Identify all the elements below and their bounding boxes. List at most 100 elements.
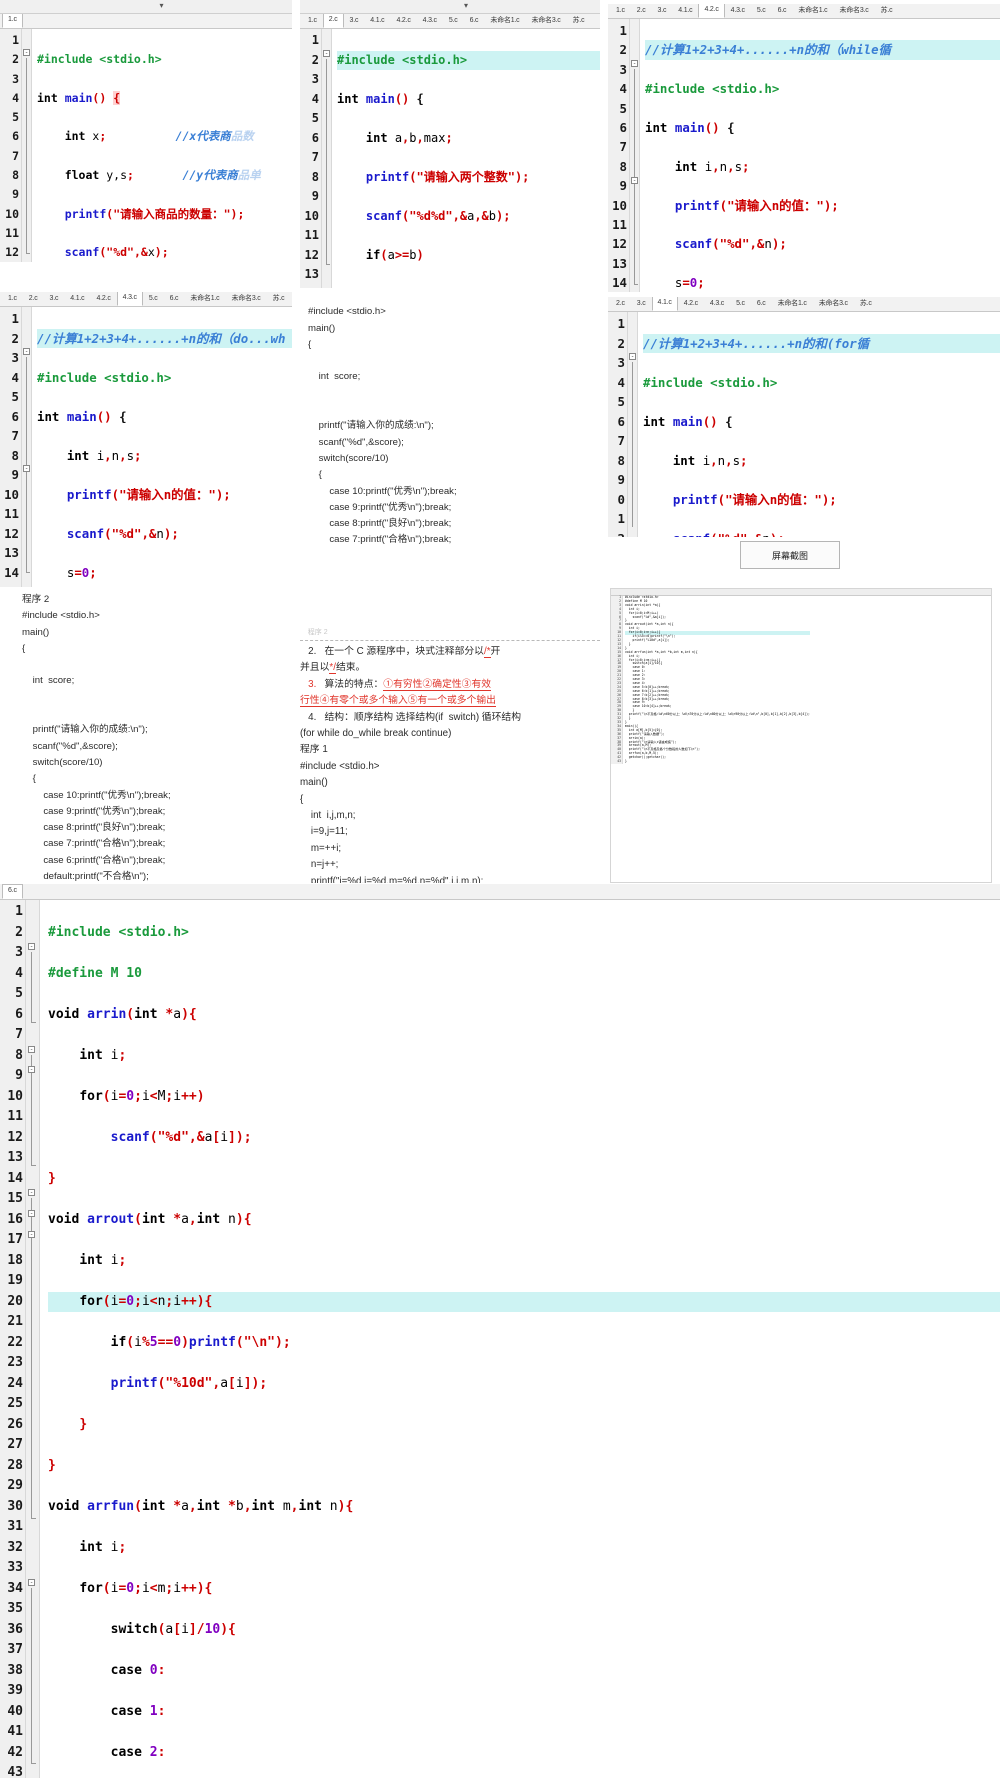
tabstrip-panel-3[interactable]: 1.c 2.c 3.c 4.1.c 4.2.c 4.3.c 5.c 6.c 未命名1.c 未命名3… <box>608 4 1000 19</box>
tab-6-c[interactable]: 6.c <box>164 292 185 306</box>
tab-4-3-c[interactable]: 4.3.c <box>704 297 730 311</box>
thumbnail-screenshot[interactable]: 1 2 3 4 5 6 7 8 9 10 11 12 13 14 15 16 17 18 19 20 21 22 23 24 2… <box>610 588 992 883</box>
tab-6c[interactable]: 6.c <box>2 884 23 899</box>
code-area-panel-1[interactable]: 123456 7 8 9 10 11 12 - #include <stdio.h> in… <box>0 29 292 262</box>
doc-program-2: 程序 2 #include <stdio.h> main() { int sco… <box>0 592 292 892</box>
tab-苏-c[interactable]: 苏.c <box>567 14 591 28</box>
chevron-down-icon[interactable]: ▾ <box>160 2 164 10</box>
tab-未命名1-c[interactable]: 未命名1.c <box>792 4 833 18</box>
tab-4-2-c[interactable]: 4.2.c <box>698 4 725 18</box>
tab-4-3-c[interactable]: 4.3.c <box>725 4 751 18</box>
doc-prog2-line: case 9:printf("优秀\n");break; <box>22 805 166 817</box>
tabstrip-panel-4[interactable]: 1.c 2.c 3.c 4.1.c 4.2.c 4.3.c 5.c 6.c 未命名1.c 未命名3… <box>0 292 292 307</box>
tab-1-c[interactable]: 1.c <box>302 14 323 28</box>
tab-3-c[interactable]: 3.c <box>344 14 365 28</box>
tabstrip-panel-1[interactable]: 1.c <box>0 14 292 29</box>
chevron-down-icon[interactable]: ▾ <box>464 2 468 10</box>
ide-panel-1: ▾ 1.c 123456 7 8 9 10 11 12 - #include <stdio… <box>0 0 292 262</box>
line-number-gutter: 12345678 910111213141516 <box>608 19 630 292</box>
screenshot-collage: ▾ 1.c 123456 7 8 9 10 11 12 - #include <stdio… <box>0 0 1000 1778</box>
code-area-panel-3[interactable]: 12345678 910111213141516 - - //计算1+2+3+4… <box>608 19 1000 292</box>
tab-苏-c[interactable]: 苏.c <box>267 292 291 306</box>
code-fold-column[interactable]: - - <box>630 19 640 292</box>
tab-1-c[interactable]: 1.c <box>610 4 631 18</box>
code-fold-column[interactable]: - <box>322 29 332 290</box>
tab-5-c[interactable]: 5.c <box>751 4 772 18</box>
note-item-2: 2. 在一个 C 源程序中，块式注释部分以/*开 <box>300 646 501 658</box>
code-area-panel-4[interactable]: 12345678 910111213141516 - - //计算1+2+3+4… <box>0 307 292 587</box>
doc-prog2-line: #include <stdio.h> <box>22 610 100 622</box>
tab-未命名1-c[interactable]: 未命名1.c <box>772 297 813 311</box>
tab-5-c[interactable]: 5.c <box>443 14 464 28</box>
code-fold-column[interactable]: - - - - - - - <box>26 900 40 1778</box>
thumbnail-tabstrip[interactable] <box>611 589 991 596</box>
code-area-panel-bottom[interactable]: 1 2 3 4 5 6 7 8 9 10 11 12 13 14 15 16 17 18 19 20 21 22 23 2… <box>0 900 1000 1778</box>
source-code-panel-2[interactable]: #include <stdio.h> int main() { int a,b,… <box>332 29 600 290</box>
tab-4-2-c[interactable]: 4.2.c <box>90 292 116 306</box>
note-item-3b: 行性④有零个或多个输入⑤有一个或多个输出 <box>300 695 496 708</box>
tab-未命名1-c[interactable]: 未命名1.c <box>184 292 225 306</box>
code-fold-column[interactable]: - - <box>22 307 32 587</box>
tab-4-3-c[interactable]: 4.3.c <box>116 292 143 306</box>
source-code-panel-3[interactable]: //计算1+2+3+4+......+n的和（while循 #include <… <box>640 19 1000 292</box>
ide-panel-2: ▾ 1.c 2.c 3.c 4.1.c 4.2.c 4.3.c 5.c 6.c 未命名1.c 未命… <box>300 0 600 290</box>
tab-4-1-c[interactable]: 4.1.c <box>651 297 678 311</box>
tab-6-c[interactable]: 6.c <box>464 14 485 28</box>
note-item-2b: 并且以*/结束。 <box>300 662 366 675</box>
ide-panel-3: 1.c 2.c 3.c 4.1.c 4.2.c 4.3.c 5.c 6.c 未命名1.c 未命名3… <box>608 0 1000 292</box>
tab-2-c[interactable]: 2.c <box>610 297 631 311</box>
tab-4-1-c[interactable]: 4.1.c <box>672 4 698 18</box>
line-number-gutter: 1 2 3 4 5 6 7 8 9 10 11 12 13 14 15 16 17 18 19 20 21 22 23 2… <box>0 900 26 1778</box>
note-prog1-line: m=++i; <box>300 842 342 854</box>
tab-5-c[interactable]: 5.c <box>143 292 164 306</box>
tab-4-1-c[interactable]: 4.1.c <box>64 292 90 306</box>
note-prog1-title: 程序 1 <box>300 744 328 756</box>
tabstrip-panel-5[interactable]: 2.c 3.c 4.1.c 4.2.c 4.3.c 5.c 6.c 未命名1.c 未命名3.c 苏… <box>608 297 1000 312</box>
tabstrip-panel-bottom[interactable]: 6.c <box>0 884 1000 900</box>
tab-未命名3-c[interactable]: 未命名3.c <box>833 4 874 18</box>
tab-未命名3-c[interactable]: 未命名3.c <box>813 297 854 311</box>
tab-6-c[interactable]: 6.c <box>751 297 772 311</box>
tab-5-c[interactable]: 5.c <box>730 297 751 311</box>
tab-苏-c[interactable]: 苏.c <box>854 297 878 311</box>
tab-苏-c[interactable]: 苏.c <box>875 4 899 18</box>
tab-2-c[interactable]: 2.c <box>322 14 344 28</box>
tab-4-2-c[interactable]: 4.2.c <box>678 297 704 311</box>
screenshot-button[interactable]: 屏幕截图 <box>740 541 840 569</box>
doc-prog2-line: case 10:printf("优秀\n");break; <box>22 789 171 801</box>
note-prog1-line: n=j++; <box>300 859 339 871</box>
code-fold-column[interactable]: - <box>22 29 32 262</box>
note-prog1-line: printf("i=%d,j=%d,m=%d,n=%d",i,j,m,n); <box>300 875 484 883</box>
note-prog1-line: { <box>300 793 304 805</box>
tab-未命名3-c[interactable]: 未命名3.c <box>525 14 566 28</box>
tabstrip-panel-2[interactable]: 1.c 2.c 3.c 4.1.c 4.2.c 4.3.c 5.c 6.c 未命名1.c 未命名3… <box>300 14 600 29</box>
code-area-panel-5[interactable]: 123456 7890123 - //计算1+2+3+4+......+n的和(… <box>608 312 1000 537</box>
code-fold-column[interactable]: - <box>628 312 638 537</box>
note-item-4b: (for while do_while break continue) <box>300 728 452 740</box>
source-code-panel-1[interactable]: #include <stdio.h> int main() { int x; /… <box>32 29 292 262</box>
tab-未命名1-c[interactable]: 未命名1.c <box>484 14 525 28</box>
tab-6-c[interactable]: 6.c <box>772 4 793 18</box>
doc-prog2-line: case 6:printf("合格\n");break; <box>22 854 166 866</box>
doc-prog2-line: case 7:printf("合格\n");break; <box>22 838 166 850</box>
doc-review-notes: 程序 2 2. 在一个 C 源程序中，块式注释部分以/*开 并且以*/结束。 3… <box>300 628 600 883</box>
source-code-panel-4[interactable]: //计算1+2+3+4+......+n的和（do...wh #include … <box>32 307 292 587</box>
source-code-panel-5[interactable]: //计算1+2+3+4+......+n的和(for循 #include <st… <box>638 312 1000 537</box>
thumbnail-body: 1 2 3 4 5 6 7 8 9 10 11 12 13 14 15 16 17 18 19 20 21 22 23 24 2… <box>611 595 991 764</box>
doc-prog2-line: printf("请输入你的成绩:\n"); <box>22 724 148 736</box>
tab-2-c[interactable]: 2.c <box>23 292 44 306</box>
tab-3-c[interactable]: 3.c <box>44 292 65 306</box>
tab-2-c[interactable]: 2.c <box>631 4 652 18</box>
tab-3-c[interactable]: 3.c <box>631 297 652 311</box>
doc-switch-program: #include <stdio.h> main() { int score; p… <box>300 288 600 548</box>
source-code-panel-bottom[interactable]: #include <stdio.h> #define M 10 void arr… <box>40 900 1000 1778</box>
tab-4-1-c[interactable]: 4.1.c <box>364 14 390 28</box>
doc-faded-header <box>300 288 600 304</box>
tab-1c[interactable]: 1.c <box>2 14 23 28</box>
code-area-panel-2[interactable]: 1234567 8 9 10 11 12 13 - #include <stdio.h> … <box>300 29 600 290</box>
tab-未命名3-c[interactable]: 未命名3.c <box>225 292 266 306</box>
tab-1-c[interactable]: 1.c <box>2 292 23 306</box>
tab-4-3-c[interactable]: 4.3.c <box>417 14 443 28</box>
tab-4-2-c[interactable]: 4.2.c <box>390 14 416 28</box>
tab-3-c[interactable]: 3.c <box>652 4 673 18</box>
